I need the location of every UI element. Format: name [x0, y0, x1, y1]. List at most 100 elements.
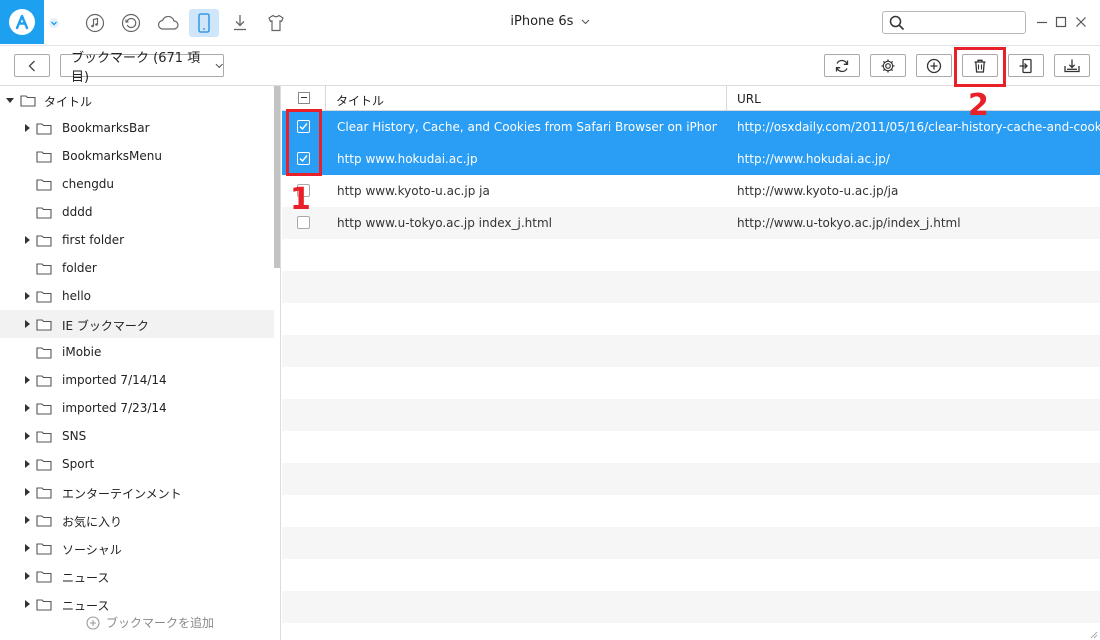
search-box[interactable]: [882, 11, 1026, 34]
category-dropdown[interactable]: ブックマーク (671 項目): [60, 51, 224, 85]
expand-arrow-icon[interactable]: [25, 292, 30, 300]
folder-icon: [36, 151, 52, 163]
folder-icon: [20, 95, 36, 107]
expand-arrow-icon[interactable]: [25, 432, 30, 440]
import-icon: [1019, 58, 1032, 73]
search-input[interactable]: [909, 14, 1021, 31]
select-all-checkbox[interactable]: [298, 92, 310, 104]
sidebar-item-label: folder: [62, 261, 97, 275]
sidebar-item[interactable]: ニュース: [0, 562, 274, 590]
sidebar-item-label: Sport: [62, 457, 95, 471]
sidebar-item-label: ニュース: [62, 599, 110, 613]
sidebar-item-label: imported 7/14/14: [62, 373, 167, 387]
sidebar-item[interactable]: BookmarksBar: [0, 114, 274, 142]
folder-icon: [36, 403, 52, 415]
chevron-left-icon: [28, 60, 35, 71]
music-note-icon[interactable]: [80, 9, 110, 37]
close-button[interactable]: [1073, 14, 1089, 30]
sidebar-item[interactable]: chengdu: [0, 170, 274, 198]
sidebar-item[interactable]: BookmarksMenu: [0, 142, 274, 170]
expand-arrow-icon[interactable]: [25, 404, 30, 412]
sidebar-item-label: imported 7/23/14: [62, 401, 167, 415]
add-icon: [926, 58, 942, 73]
back-button[interactable]: [14, 54, 50, 77]
add-bookmark-button[interactable]: ブックマークを追加: [86, 614, 215, 631]
sidebar-item[interactable]: folder: [0, 254, 274, 282]
expand-arrow-icon[interactable]: [25, 516, 30, 524]
empty-row: [282, 431, 1100, 463]
export-button[interactable]: [1054, 54, 1090, 77]
expand-arrow-icon[interactable]: [25, 600, 30, 608]
app-logo[interactable]: [0, 0, 44, 44]
row-checkbox[interactable]: [297, 216, 310, 229]
sidebar-item[interactable]: hello: [0, 282, 274, 310]
sidebar-item[interactable]: first folder: [0, 226, 274, 254]
folder-icon: [36, 179, 52, 191]
resize-grip-icon[interactable]: [1088, 628, 1098, 639]
folder-icon: [36, 431, 52, 443]
tree-root[interactable]: タイトル: [0, 86, 274, 114]
sidebar-item[interactable]: imported 7/23/14: [0, 394, 274, 422]
cloud-icon[interactable]: [153, 9, 183, 37]
folder-icon: [36, 487, 52, 499]
sidebar-item-label: chengdu: [62, 177, 115, 191]
import-button[interactable]: [1008, 54, 1044, 77]
maximize-icon: [1055, 16, 1067, 28]
close-icon: [1076, 17, 1086, 27]
expand-arrow-icon[interactable]: [25, 376, 30, 384]
app-menu-caret-icon[interactable]: [48, 17, 60, 29]
table-row[interactable]: http www.kyoto-u.ac.jp ja http://www.kyot…: [282, 175, 1100, 207]
sidebar-item[interactable]: ソーシャル: [0, 534, 274, 562]
empty-row: [282, 559, 1100, 591]
expand-arrow-icon[interactable]: [25, 320, 30, 328]
settings-icon: [881, 59, 895, 72]
add-button[interactable]: [916, 54, 952, 77]
sidebar-item[interactable]: お気に入り: [0, 506, 274, 534]
expand-arrow-icon[interactable]: [25, 124, 30, 132]
settings-button[interactable]: [870, 54, 906, 77]
folder-icon: [36, 515, 52, 527]
sidebar-item-label: dddd: [62, 205, 93, 219]
cell-url: http://www.hokudai.ac.jp/: [737, 152, 890, 166]
expand-arrow-icon[interactable]: [25, 572, 30, 580]
sidebar-item[interactable]: imported 7/14/14: [0, 366, 274, 394]
sidebar-item[interactable]: SNS: [0, 422, 274, 450]
empty-row: [282, 463, 1100, 495]
annotation-number-1: 1: [290, 182, 311, 217]
sidebar-item-label: hello: [62, 289, 91, 303]
tshirt-icon[interactable]: [261, 9, 291, 37]
column-header-url[interactable]: URL: [737, 92, 761, 106]
sidebar-item-label: BookmarksBar: [62, 121, 150, 135]
expand-arrow-icon[interactable]: [25, 460, 30, 468]
device-title: iPhone 6s: [510, 14, 574, 29]
folder-icon: [36, 207, 52, 219]
expand-arrow-icon[interactable]: [25, 544, 30, 552]
cell-url: http://www.kyoto-u.ac.jp/ja: [737, 184, 899, 198]
refresh-button[interactable]: [824, 54, 860, 77]
chevron-down-icon: [581, 19, 589, 24]
download-icon[interactable]: [225, 9, 255, 37]
history-icon[interactable]: [116, 9, 146, 37]
folder-icon: [36, 543, 52, 555]
maximize-button[interactable]: [1053, 14, 1069, 30]
column-divider[interactable]: [726, 86, 727, 111]
expand-arrow-icon[interactable]: [25, 488, 30, 496]
sidebar-item[interactable]: dddd: [0, 198, 274, 226]
minimize-button[interactable]: [1034, 14, 1050, 30]
sidebar-item[interactable]: エンターテインメント: [0, 478, 274, 506]
sidebar-item-label: ソーシャル: [62, 543, 122, 557]
export-icon: [1064, 59, 1080, 72]
expand-arrow-icon[interactable]: [6, 98, 14, 103]
table-row[interactable]: http www.u-tokyo.ac.jp index_j.html http:…: [282, 207, 1100, 239]
device-selector[interactable]: iPhone 6s: [500, 14, 600, 29]
empty-row: [282, 623, 1100, 640]
sidebar-scrollbar[interactable]: [274, 86, 280, 268]
sidebar-item[interactable]: iMobie: [0, 338, 274, 366]
table-row[interactable]: http www.hokudai.ac.jp http://www.hokudai…: [282, 143, 1100, 175]
phone-icon[interactable]: [189, 9, 219, 37]
header-checkbox-cell: [282, 86, 326, 111]
column-header-title[interactable]: タイトル: [336, 92, 384, 109]
sidebar-item[interactable]: Sport: [0, 450, 274, 478]
sidebar-item[interactable]: IE ブックマーク: [0, 310, 274, 338]
expand-arrow-icon[interactable]: [25, 236, 30, 244]
